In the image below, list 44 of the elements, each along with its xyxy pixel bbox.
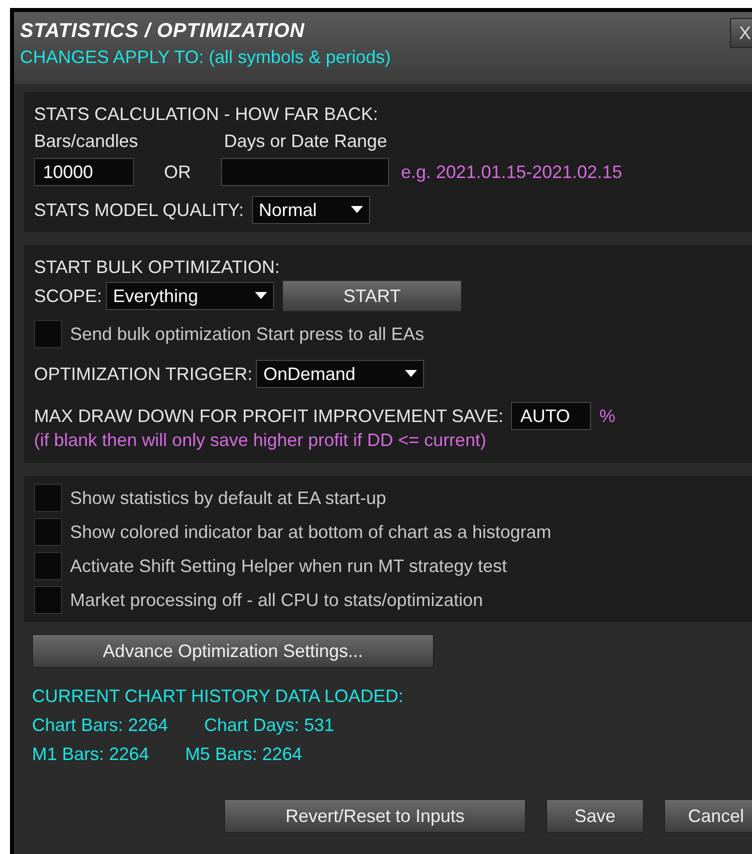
checkbox[interactable]: [34, 518, 62, 546]
field-label: Days or Date Range: [224, 131, 388, 152]
section-heading: START BULK OPTIMIZATION:: [34, 257, 281, 278]
checkbox[interactable]: [34, 586, 62, 614]
caret-icon: [405, 370, 418, 378]
caret-icon: [350, 206, 363, 214]
checkbox-label: Activate Shift Setting Helper when run MT strategy test: [70, 556, 507, 576]
max-drawdown-field[interactable]: AUTO: [511, 402, 592, 430]
close-button[interactable]: X: [730, 18, 752, 48]
scope-dropdown[interactable]: Everything: [106, 282, 274, 310]
history-value: Chart Bars: 2264: [32, 715, 168, 736]
trigger-dropdown[interactable]: OnDemand: [256, 360, 424, 388]
field-label: SCOPE:: [34, 286, 102, 306]
or-label: OR: [164, 162, 191, 182]
field-label: STATS MODEL QUALITY:: [34, 200, 244, 220]
start-button[interactable]: START: [282, 280, 462, 312]
section-heading: STATS CALCULATION - HOW FAR BACK:: [34, 104, 380, 125]
history-value: Chart Days: 531: [204, 715, 334, 736]
checkbox-label: Send bulk optimization Start press to all EAs: [70, 324, 424, 344]
history-value: M1 Bars: 2264: [32, 744, 150, 765]
checkbox-label: Show statistics by default at EA start-up: [70, 488, 386, 508]
dialog-button[interactable]: Save: [546, 799, 644, 833]
window-subtitle: CHANGES APPLY TO: (all symbols & periods): [20, 47, 391, 68]
checkbox[interactable]: [34, 552, 62, 580]
quality-dropdown[interactable]: Normal: [252, 196, 370, 224]
checkbox[interactable]: [34, 320, 62, 348]
history-value: M5 Bars: 2264: [185, 744, 302, 765]
unit-label: %: [599, 406, 616, 426]
hint-text: e.g. 2021.01.15-2021.02.15: [401, 162, 622, 182]
field-label: OPTIMIZATION TRIGGER:: [34, 364, 252, 384]
checkbox-label: Market processing off - all CPU to stats/optimization: [70, 590, 483, 610]
caret-icon: [255, 292, 268, 300]
bars-field[interactable]: 10000: [34, 158, 134, 186]
note-text: (if blank then will only save higher profit if DD <= current): [34, 430, 488, 451]
dialog-button[interactable]: Revert/Reset to Inputs: [224, 799, 526, 833]
checkbox[interactable]: [34, 484, 62, 512]
dialog-button[interactable]: Cancel: [664, 799, 752, 833]
history-heading: CURRENT CHART HISTORY DATA LOADED:: [32, 686, 404, 707]
field-label: MAX DRAW DOWN FOR PROFIT IMPROVEMENT SAVE:: [34, 406, 504, 426]
window-title: STATISTICS / OPTIMIZATION: [20, 20, 305, 43]
checkbox-label: Show colored indicator bar at bottom of chart as a histogram: [70, 522, 552, 542]
advance-settings-button[interactable]: Advance Optimization Settings...: [32, 634, 434, 668]
date-range-field[interactable]: [221, 158, 389, 186]
field-label: Bars/candles: [34, 131, 140, 152]
